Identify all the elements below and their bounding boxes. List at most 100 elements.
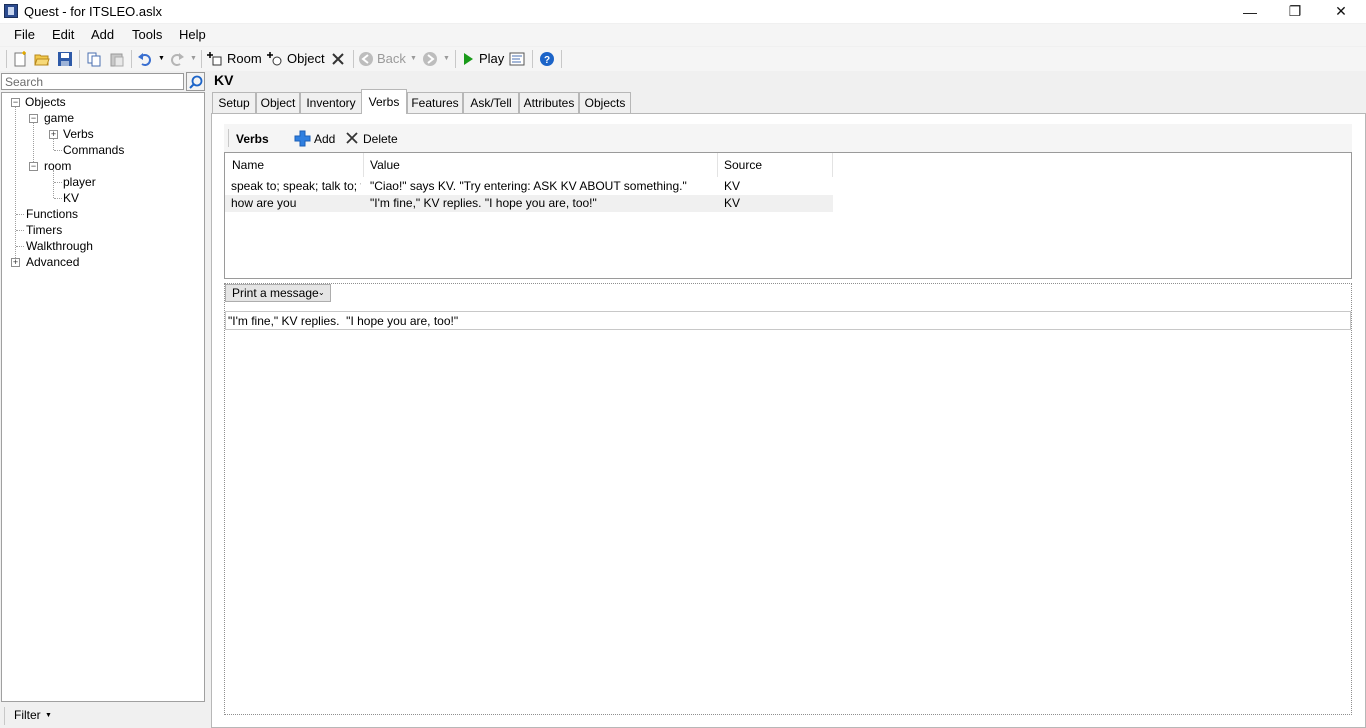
verbs-section-title: Verbs — [236, 132, 269, 146]
script-action-dropdown[interactable]: Print a message — [225, 284, 331, 302]
tab-attributes[interactable]: Attributes — [519, 92, 579, 113]
tree-line — [16, 230, 24, 231]
play-button[interactable]: Play — [479, 51, 504, 66]
back-dropdown-icon[interactable]: ▼ — [410, 55, 417, 62]
tab-ask-tell[interactable]: Ask/Tell — [463, 92, 519, 113]
tree-line — [16, 214, 24, 215]
column-header-value[interactable]: Value — [363, 153, 717, 177]
back-icon[interactable] — [358, 51, 374, 67]
toolbar-grip — [228, 129, 229, 147]
tree-item-timers[interactable]: Timers — [26, 223, 62, 237]
menu-file[interactable]: File — [14, 27, 35, 42]
tree-collapse-icon[interactable]: − — [11, 98, 20, 107]
tab-verbs[interactable]: Verbs — [361, 89, 407, 114]
redo-icon[interactable] — [169, 51, 185, 67]
restore-button[interactable]: ❐ — [1272, 0, 1318, 23]
tree-line — [54, 150, 62, 151]
paste-icon[interactable] — [109, 51, 125, 67]
close-button[interactable]: ✕ — [1318, 0, 1364, 23]
tree-item-advanced[interactable]: Advanced — [26, 255, 79, 269]
tree-line — [53, 138, 54, 150]
toolbar-separator — [532, 50, 533, 68]
play-icon[interactable] — [460, 51, 476, 67]
object-title: KV — [214, 72, 234, 88]
toolbar-grip — [6, 50, 7, 68]
tree-item-objects[interactable]: Objects — [25, 95, 66, 109]
menu-add[interactable]: Add — [91, 27, 114, 42]
code-view-icon[interactable] — [509, 51, 525, 67]
tab-setup[interactable]: Setup — [212, 92, 256, 113]
script-editor[interactable] — [224, 283, 1352, 715]
tree-line — [15, 106, 16, 262]
toolbar — [0, 47, 1366, 71]
add-verb-button[interactable]: Add — [314, 132, 335, 146]
chevron-down-icon[interactable]: ⌄ — [318, 288, 325, 297]
tree-item-kv[interactable]: KV — [63, 191, 79, 205]
add-room-button[interactable]: Room — [227, 51, 262, 66]
filter-chevron-down-icon[interactable]: ▼ — [45, 712, 52, 719]
window-title: Quest - for ITSLEO.aslx — [24, 4, 162, 19]
verb-source-cell: KV — [724, 196, 741, 210]
new-file-icon[interactable] — [12, 51, 28, 67]
forward-icon[interactable] — [422, 51, 438, 67]
add-icon[interactable] — [294, 130, 311, 147]
tree-item-room[interactable]: room — [44, 159, 71, 173]
tree-expand-icon[interactable]: + — [11, 258, 20, 267]
undo-dropdown-icon[interactable]: ▼ — [158, 55, 165, 62]
tree-collapse-icon[interactable]: − — [29, 162, 38, 171]
delete-icon[interactable] — [345, 131, 359, 145]
search-button[interactable] — [186, 72, 205, 91]
filter-dropdown[interactable]: Filter — [14, 708, 41, 722]
tab-features[interactable]: Features — [407, 92, 463, 113]
minimize-button[interactable]: — — [1227, 0, 1273, 23]
object-tree[interactable] — [1, 92, 205, 702]
toolbar-separator — [79, 50, 80, 68]
menu-help[interactable]: Help — [179, 27, 206, 42]
tree-line — [16, 246, 24, 247]
search-input[interactable] — [1, 73, 184, 90]
tree-item-commands[interactable]: Commands — [63, 143, 124, 157]
tab-objects[interactable]: Objects — [579, 92, 631, 113]
app-icon — [4, 4, 18, 18]
toolbar-separator — [561, 50, 562, 68]
delete-verb-button[interactable]: Delete — [363, 132, 398, 146]
menu-edit[interactable]: Edit — [52, 27, 74, 42]
add-room-icon[interactable] — [206, 51, 222, 67]
delete-icon[interactable] — [330, 51, 346, 67]
tree-collapse-icon[interactable]: − — [29, 114, 38, 123]
column-header-source[interactable]: Source — [717, 153, 832, 177]
add-object-icon[interactable] — [266, 51, 282, 67]
tree-line — [54, 198, 62, 199]
tree-line — [53, 170, 54, 198]
copy-icon[interactable] — [86, 51, 102, 67]
menu-tools[interactable]: Tools — [132, 27, 162, 42]
tree-item-functions[interactable]: Functions — [26, 207, 78, 221]
tree-expand-icon[interactable]: + — [49, 130, 58, 139]
back-button[interactable]: Back — [377, 51, 406, 66]
open-folder-icon[interactable] — [34, 51, 50, 67]
save-icon[interactable] — [57, 51, 73, 67]
message-input[interactable] — [225, 311, 1351, 330]
title-bar — [0, 0, 1366, 23]
redo-dropdown-icon[interactable]: ▼ — [190, 55, 197, 62]
verb-name-cell: speak to; speak; talk to; t... — [231, 179, 361, 193]
tab-object[interactable]: Object — [256, 92, 300, 113]
verb-name-cell: how are you — [231, 196, 297, 210]
toolbar-separator — [131, 50, 132, 68]
toolbar-separator — [455, 50, 456, 68]
column-header-name[interactable]: Name — [225, 153, 363, 177]
search-icon — [189, 75, 203, 89]
tab-inventory[interactable]: Inventory — [300, 92, 362, 113]
undo-icon[interactable] — [137, 51, 153, 67]
tree-item-game[interactable]: game — [44, 111, 74, 125]
verb-source-cell: KV — [724, 179, 741, 193]
tree-item-walkthrough[interactable]: Walkthrough — [26, 239, 93, 253]
help-icon[interactable]: ? — [539, 51, 555, 67]
tree-item-player[interactable]: player — [63, 175, 96, 189]
column-divider[interactable] — [832, 153, 833, 177]
tree-item-verbs[interactable]: Verbs — [63, 127, 94, 141]
tree-line — [54, 182, 62, 183]
forward-dropdown-icon[interactable]: ▼ — [443, 55, 450, 62]
tree-line — [33, 122, 34, 166]
add-object-button[interactable]: Object — [287, 51, 325, 66]
